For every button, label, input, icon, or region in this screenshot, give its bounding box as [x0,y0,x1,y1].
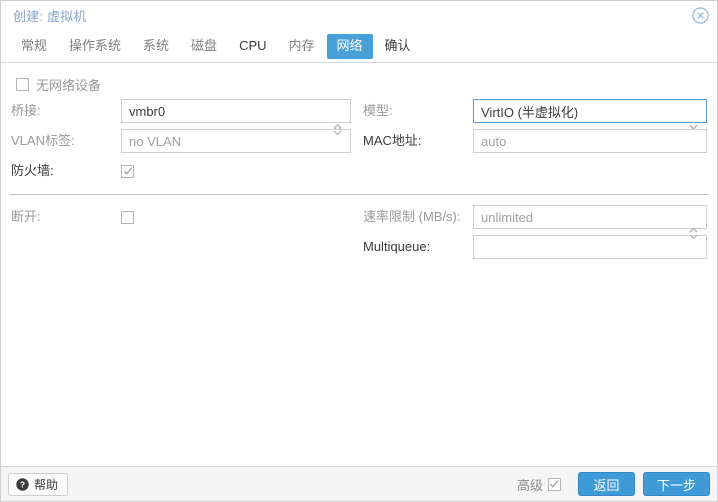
advanced-label: 高级 [516,477,543,493]
tab-os[interactable]: 操作系统 [59,34,131,59]
multiqueue-input[interactable] [473,235,707,259]
section-divider [10,194,708,195]
rate-limit-input[interactable]: unlimited [473,205,707,229]
no-network-device-checkbox[interactable] [16,77,29,91]
dialog-footer: ? 帮助 高级 返回 下一步 [1,466,717,501]
form-column-left-upper: 无网络设备 桥接: vmbr0 VLAN标签: no VLAN 防火墙: [11,71,351,187]
rate-limit-row: 速率限制 (MB/s): unlimited [363,203,707,240]
close-icon[interactable] [692,7,709,24]
form-column-right-lower: 速率限制 (MB/s): unlimited Multiqueue: [363,203,707,263]
firewall-checkbox-cell [121,164,351,178]
network-settings-panel: 无网络设备 桥接: vmbr0 VLAN标签: no VLAN 防火墙: 模型:… [1,63,717,466]
disconnect-label: 断开: [11,209,41,224]
no-network-device-label: 无网络设备 [36,77,102,93]
disconnect-checkbox[interactable] [121,210,134,224]
model-label: 模型: [363,103,393,118]
multiqueue-row: Multiqueue: [363,227,707,261]
question-circle-icon: ? [16,477,29,491]
form-column-left-lower: 断开: [11,203,351,233]
vlan-tag-label: VLAN标签: [11,133,75,148]
tab-cpu[interactable]: CPU [229,34,276,59]
advanced-toggle[interactable]: 高级 [517,475,561,494]
tab-memory[interactable]: 内存 [279,34,325,59]
vlan-tag-row: VLAN标签: no VLAN [11,123,351,155]
tab-general[interactable]: 常规 [11,34,57,59]
tab-confirm[interactable]: 确认 [375,34,421,59]
no-network-device-row[interactable]: 无网络设备 [11,71,351,97]
mac-address-label: MAC地址: [363,133,422,148]
mac-address-input[interactable]: auto [473,129,707,153]
back-button[interactable]: 返回 [577,472,635,496]
bridge-row: 桥接: vmbr0 [11,97,351,132]
firewall-label: 防火墙: [11,163,54,178]
create-vm-dialog: 创建: 虚拟机 常规 操作系统 系统 磁盘 CPU 内存 网络 确认 无网络设备… [0,0,718,502]
tab-disks[interactable]: 磁盘 [181,34,227,59]
dialog-titlebar: 创建: 虚拟机 [1,1,717,30]
tab-network[interactable]: 网络 [326,34,373,59]
help-button-label: 帮助 [34,477,59,492]
bridge-label: 桥接: [11,103,41,118]
form-column-right-upper: 模型: VirtIO (半虚拟化) MAC地址: auto [363,97,707,157]
next-button[interactable]: 下一步 [642,472,710,496]
tab-system[interactable]: 系统 [133,34,179,59]
disconnect-checkbox-cell [121,210,351,224]
advanced-checkbox[interactable] [547,477,561,491]
rate-limit-label: 速率限制 (MB/s): [363,209,461,224]
bridge-input[interactable]: vmbr0 [121,99,351,123]
help-button[interactable]: ? 帮助 [8,472,69,496]
page-title: 创建: 虚拟机 [13,9,87,24]
model-row: 模型: VirtIO (半虚拟化) [363,97,707,130]
svg-text:?: ? [20,479,25,489]
firewall-row: 防火墙: [11,157,351,185]
disconnect-row: 断开: [11,203,351,231]
vlan-tag-input[interactable]: no VLAN [121,129,351,153]
firewall-checkbox[interactable] [121,164,134,178]
multiqueue-label: Multiqueue: [363,239,431,254]
model-input[interactable]: VirtIO (半虚拟化) [473,99,707,123]
wizard-tabbar: 常规 操作系统 系统 磁盘 CPU 内存 网络 确认 [1,30,717,63]
mac-address-row: MAC地址: auto [363,127,707,155]
